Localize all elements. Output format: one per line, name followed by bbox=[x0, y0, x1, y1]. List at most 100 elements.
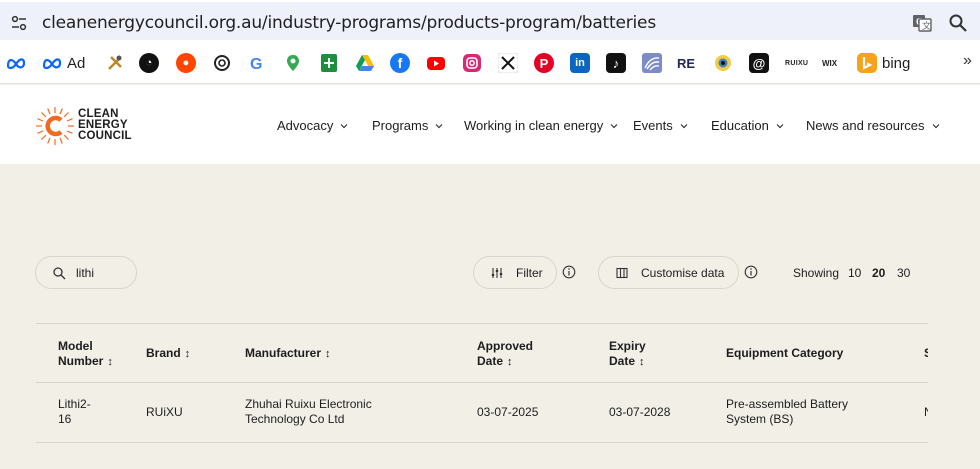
header-label: Model bbox=[58, 339, 93, 353]
header-label: S bbox=[924, 346, 928, 360]
header-brand[interactable]: Brand ↕ bbox=[146, 346, 190, 362]
bing-icon bbox=[857, 53, 877, 73]
ruixu-label: RUIXU bbox=[785, 59, 809, 67]
cell-text: System (BS) bbox=[726, 412, 794, 426]
header-label: Equipment Category bbox=[726, 346, 844, 360]
nav-news-and-resources[interactable]: News and resources bbox=[806, 118, 940, 133]
sort-icon[interactable]: ↕ bbox=[507, 355, 513, 370]
linkedin-icon[interactable]: in bbox=[570, 53, 590, 73]
header-divider bbox=[36, 382, 928, 383]
customise-data-label: Customise data bbox=[641, 265, 725, 280]
page-size-10[interactable]: 10 bbox=[848, 266, 861, 280]
chatgpt-icon[interactable] bbox=[212, 53, 232, 73]
url-field[interactable]: cleanenergycouncil.org.au/industry-progr… bbox=[0, 2, 980, 40]
showing-label: Showing bbox=[793, 266, 840, 280]
sheets-icon[interactable] bbox=[319, 53, 339, 73]
instagram-icon[interactable] bbox=[462, 53, 482, 73]
threads-icon[interactable]: @ bbox=[749, 53, 769, 73]
header-model-number[interactable]: Model Number ↕ bbox=[58, 339, 113, 370]
header-manufacturer[interactable]: Manufacturer ↕ bbox=[245, 346, 331, 362]
google-icon[interactable]: G bbox=[247, 53, 267, 73]
customise-info-icon[interactable] bbox=[744, 265, 758, 279]
cell-text: Lithi2- bbox=[58, 397, 91, 411]
nav-programs[interactable]: Programs bbox=[372, 118, 443, 133]
products-table: Model Number ↕ Brand ↕ Manufacturer ↕ Appro… bbox=[36, 323, 928, 443]
filter-info-icon[interactable] bbox=[562, 265, 576, 279]
x-icon[interactable] bbox=[498, 53, 518, 73]
nav-working-in-clean-energy[interactable]: Working in clean energy bbox=[464, 118, 618, 133]
maps-icon[interactable] bbox=[283, 53, 303, 73]
meta-ad-bookmark[interactable]: Ad bbox=[42, 53, 85, 73]
meta-icon bbox=[42, 58, 62, 70]
translate-icon[interactable]: G 文 bbox=[912, 13, 932, 33]
columns-icon bbox=[616, 267, 628, 278]
cell-text: Zhuhai Ruixu Electronic bbox=[245, 397, 372, 411]
circle-logo-icon[interactable]: ◔ bbox=[139, 53, 159, 73]
header-equipment-category[interactable]: Equipment Category bbox=[726, 346, 843, 361]
bing-bookmark[interactable]: bing bbox=[857, 53, 910, 73]
search-value: lithi bbox=[76, 266, 95, 280]
header-label: Date bbox=[477, 354, 504, 368]
cell-brand: RUiXU bbox=[146, 405, 183, 419]
url-text[interactable]: cleanenergycouncil.org.au/industry-progr… bbox=[42, 13, 656, 33]
nav-advocacy[interactable]: Advocacy bbox=[277, 118, 348, 133]
header-expiry-date[interactable]: Expiry Date ↕ bbox=[609, 339, 646, 370]
logo-line-council: COUNCIL bbox=[78, 130, 132, 142]
browser-address-bar: cleanenergycouncil.org.au/industry-progr… bbox=[0, 0, 980, 42]
bookmark-label: Ad bbox=[67, 54, 86, 72]
row-divider bbox=[36, 442, 928, 443]
wix-icon[interactable]: WIX bbox=[822, 53, 837, 73]
page-size-20[interactable]: 20 bbox=[872, 266, 885, 280]
site-header: CLEAN ENERGY COUNCIL Advocacy Programs W… bbox=[0, 85, 980, 164]
sort-icon[interactable]: ↕ bbox=[185, 347, 191, 362]
sort-icon[interactable]: ↕ bbox=[639, 355, 645, 370]
header-label: Number bbox=[58, 354, 104, 368]
cell-expiry-date: 03-07-2028 bbox=[609, 405, 671, 419]
nav-events[interactable]: Events bbox=[633, 118, 688, 133]
sort-icon[interactable]: ↕ bbox=[107, 355, 113, 370]
site-settings-icon[interactable] bbox=[10, 14, 28, 32]
drive-icon[interactable] bbox=[355, 53, 375, 73]
cell-approved-date: 03-07-2025 bbox=[477, 405, 539, 419]
bookmark-label: bing bbox=[882, 54, 911, 72]
filter-sliders-icon bbox=[491, 267, 503, 278]
customise-data-button[interactable]: Customise data bbox=[598, 256, 739, 289]
zoom-icon[interactable] bbox=[948, 13, 968, 33]
chevron-down-icon bbox=[435, 123, 443, 128]
sort-icon[interactable]: ↕ bbox=[325, 347, 331, 362]
search-input[interactable]: lithi bbox=[35, 256, 137, 289]
chevron-down-icon bbox=[680, 123, 688, 128]
tiktok-icon[interactable]: ♪ bbox=[606, 53, 626, 73]
filter-label: Filter bbox=[516, 265, 543, 280]
logo-burst-icon bbox=[36, 107, 74, 145]
header-approved-date[interactable]: Approved Date ↕ bbox=[477, 339, 533, 370]
re-icon[interactable]: RE bbox=[677, 53, 695, 73]
filter-button[interactable]: Filter bbox=[473, 256, 557, 289]
eye-icon[interactable] bbox=[713, 53, 733, 73]
page-size-30[interactable]: 30 bbox=[897, 266, 910, 280]
search-icon bbox=[53, 267, 66, 280]
nav-label: Advocacy bbox=[277, 118, 334, 133]
chevron-down-icon bbox=[610, 123, 618, 128]
ruixu-icon[interactable]: RUIXU bbox=[785, 53, 808, 73]
header-label: Expiry bbox=[609, 339, 646, 353]
nav-label: Education bbox=[711, 118, 769, 133]
meta-icon[interactable] bbox=[6, 53, 26, 73]
more-bookmarks-icon[interactable]: » bbox=[963, 52, 972, 70]
cell-text: 16 bbox=[58, 412, 72, 426]
nav-education[interactable]: Education bbox=[711, 118, 784, 133]
cell-text: Technology Co Ltd bbox=[245, 412, 345, 426]
youtube-icon[interactable] bbox=[426, 53, 446, 73]
clean-energy-council-logo[interactable]: CLEAN ENERGY COUNCIL bbox=[34, 105, 144, 147]
nav-label: News and resources bbox=[806, 118, 925, 133]
reddit-icon[interactable]: ● bbox=[176, 53, 196, 73]
pinterest-icon[interactable]: P bbox=[534, 53, 554, 73]
tools-icon[interactable] bbox=[105, 53, 125, 73]
chevron-down-icon bbox=[776, 123, 784, 128]
table-top-border bbox=[36, 323, 928, 324]
wave-icon[interactable] bbox=[642, 53, 662, 73]
re-label: RE bbox=[677, 55, 696, 71]
facebook-icon[interactable]: f bbox=[390, 53, 410, 73]
cell-manufacturer: Zhuhai Ruixu Electronic Technology Co Lt… bbox=[245, 397, 372, 427]
cell-text: Pre-assembled Battery bbox=[726, 397, 849, 411]
